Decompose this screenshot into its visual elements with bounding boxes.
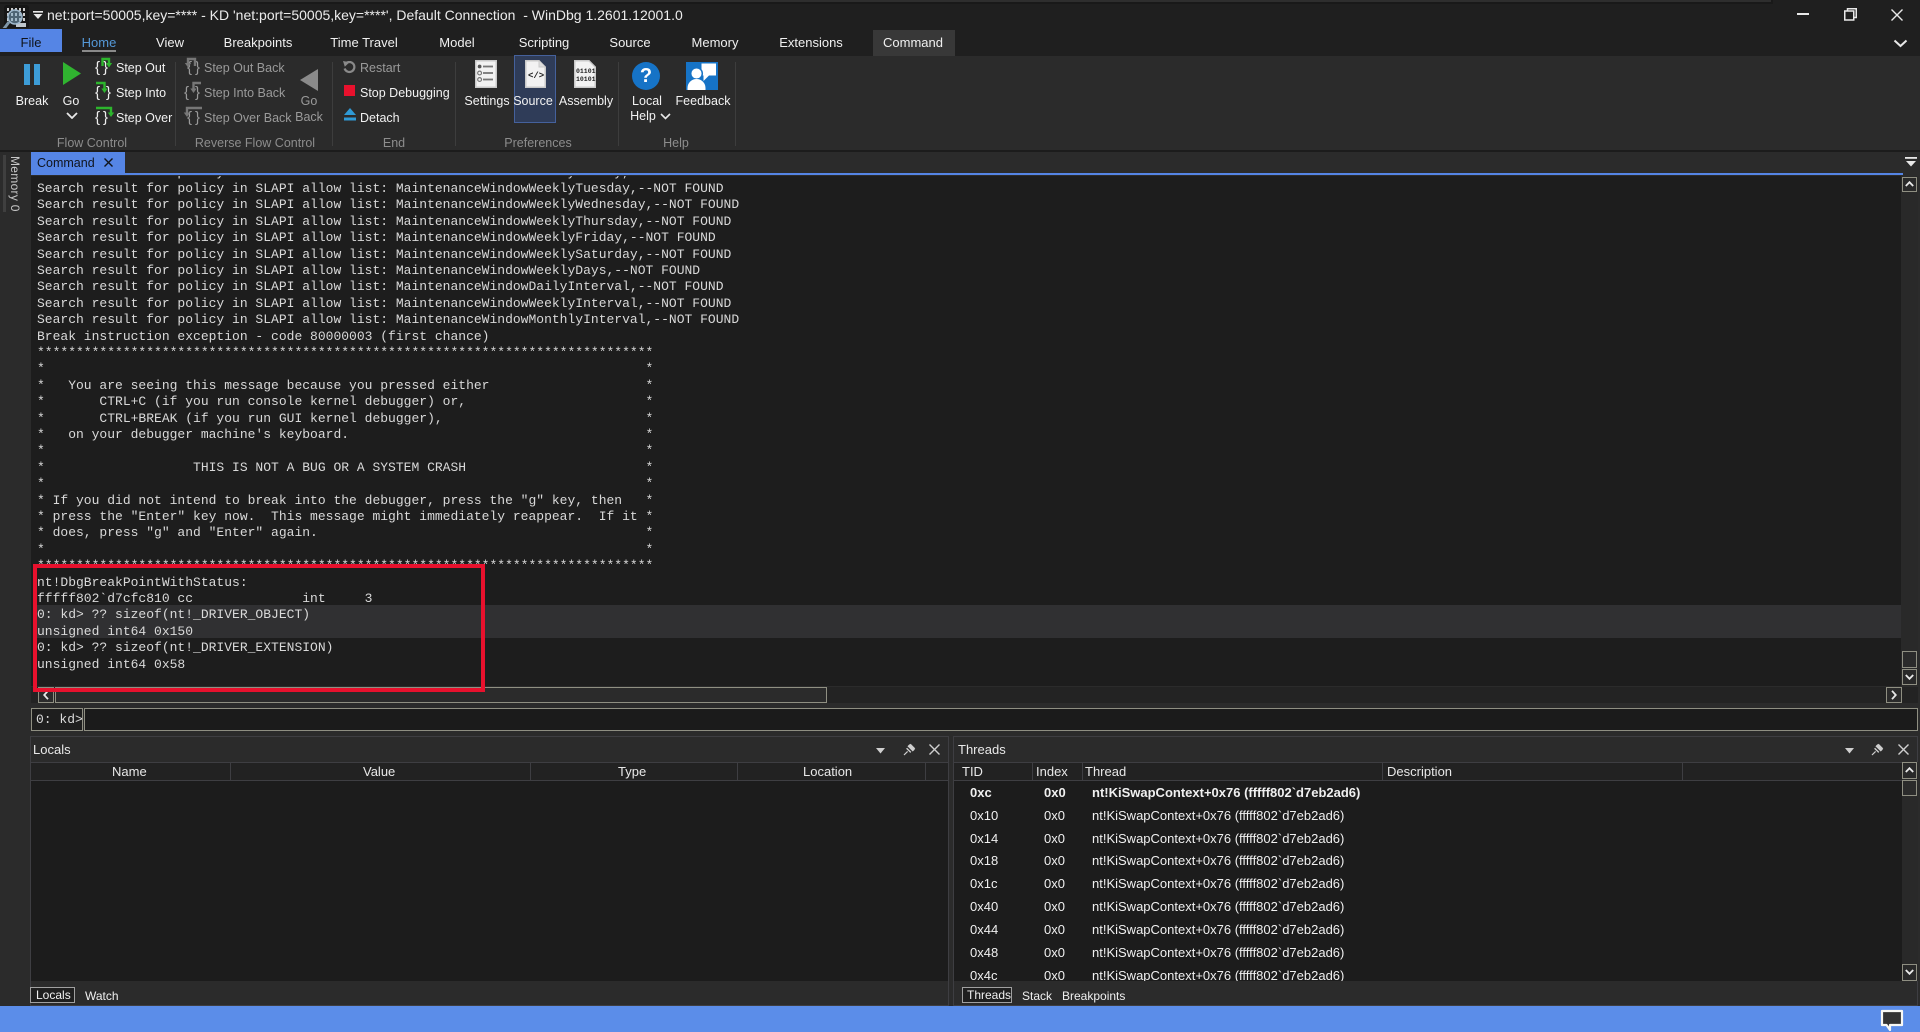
svg-text:}: } — [195, 109, 200, 125]
svg-text:{: { — [95, 84, 100, 100]
svg-text:}: } — [106, 84, 111, 100]
svg-text:{: { — [95, 109, 100, 125]
svg-text:}: } — [103, 59, 108, 76]
svg-text:{: { — [184, 84, 189, 100]
svg-text:}: } — [195, 84, 200, 100]
svg-text:</>: </> — [528, 71, 544, 81]
svg-text:{: { — [95, 59, 100, 76]
svg-text:}: } — [103, 109, 108, 125]
svg-text:01101: 01101 — [576, 68, 596, 75]
svg-text:10101: 10101 — [576, 76, 596, 83]
